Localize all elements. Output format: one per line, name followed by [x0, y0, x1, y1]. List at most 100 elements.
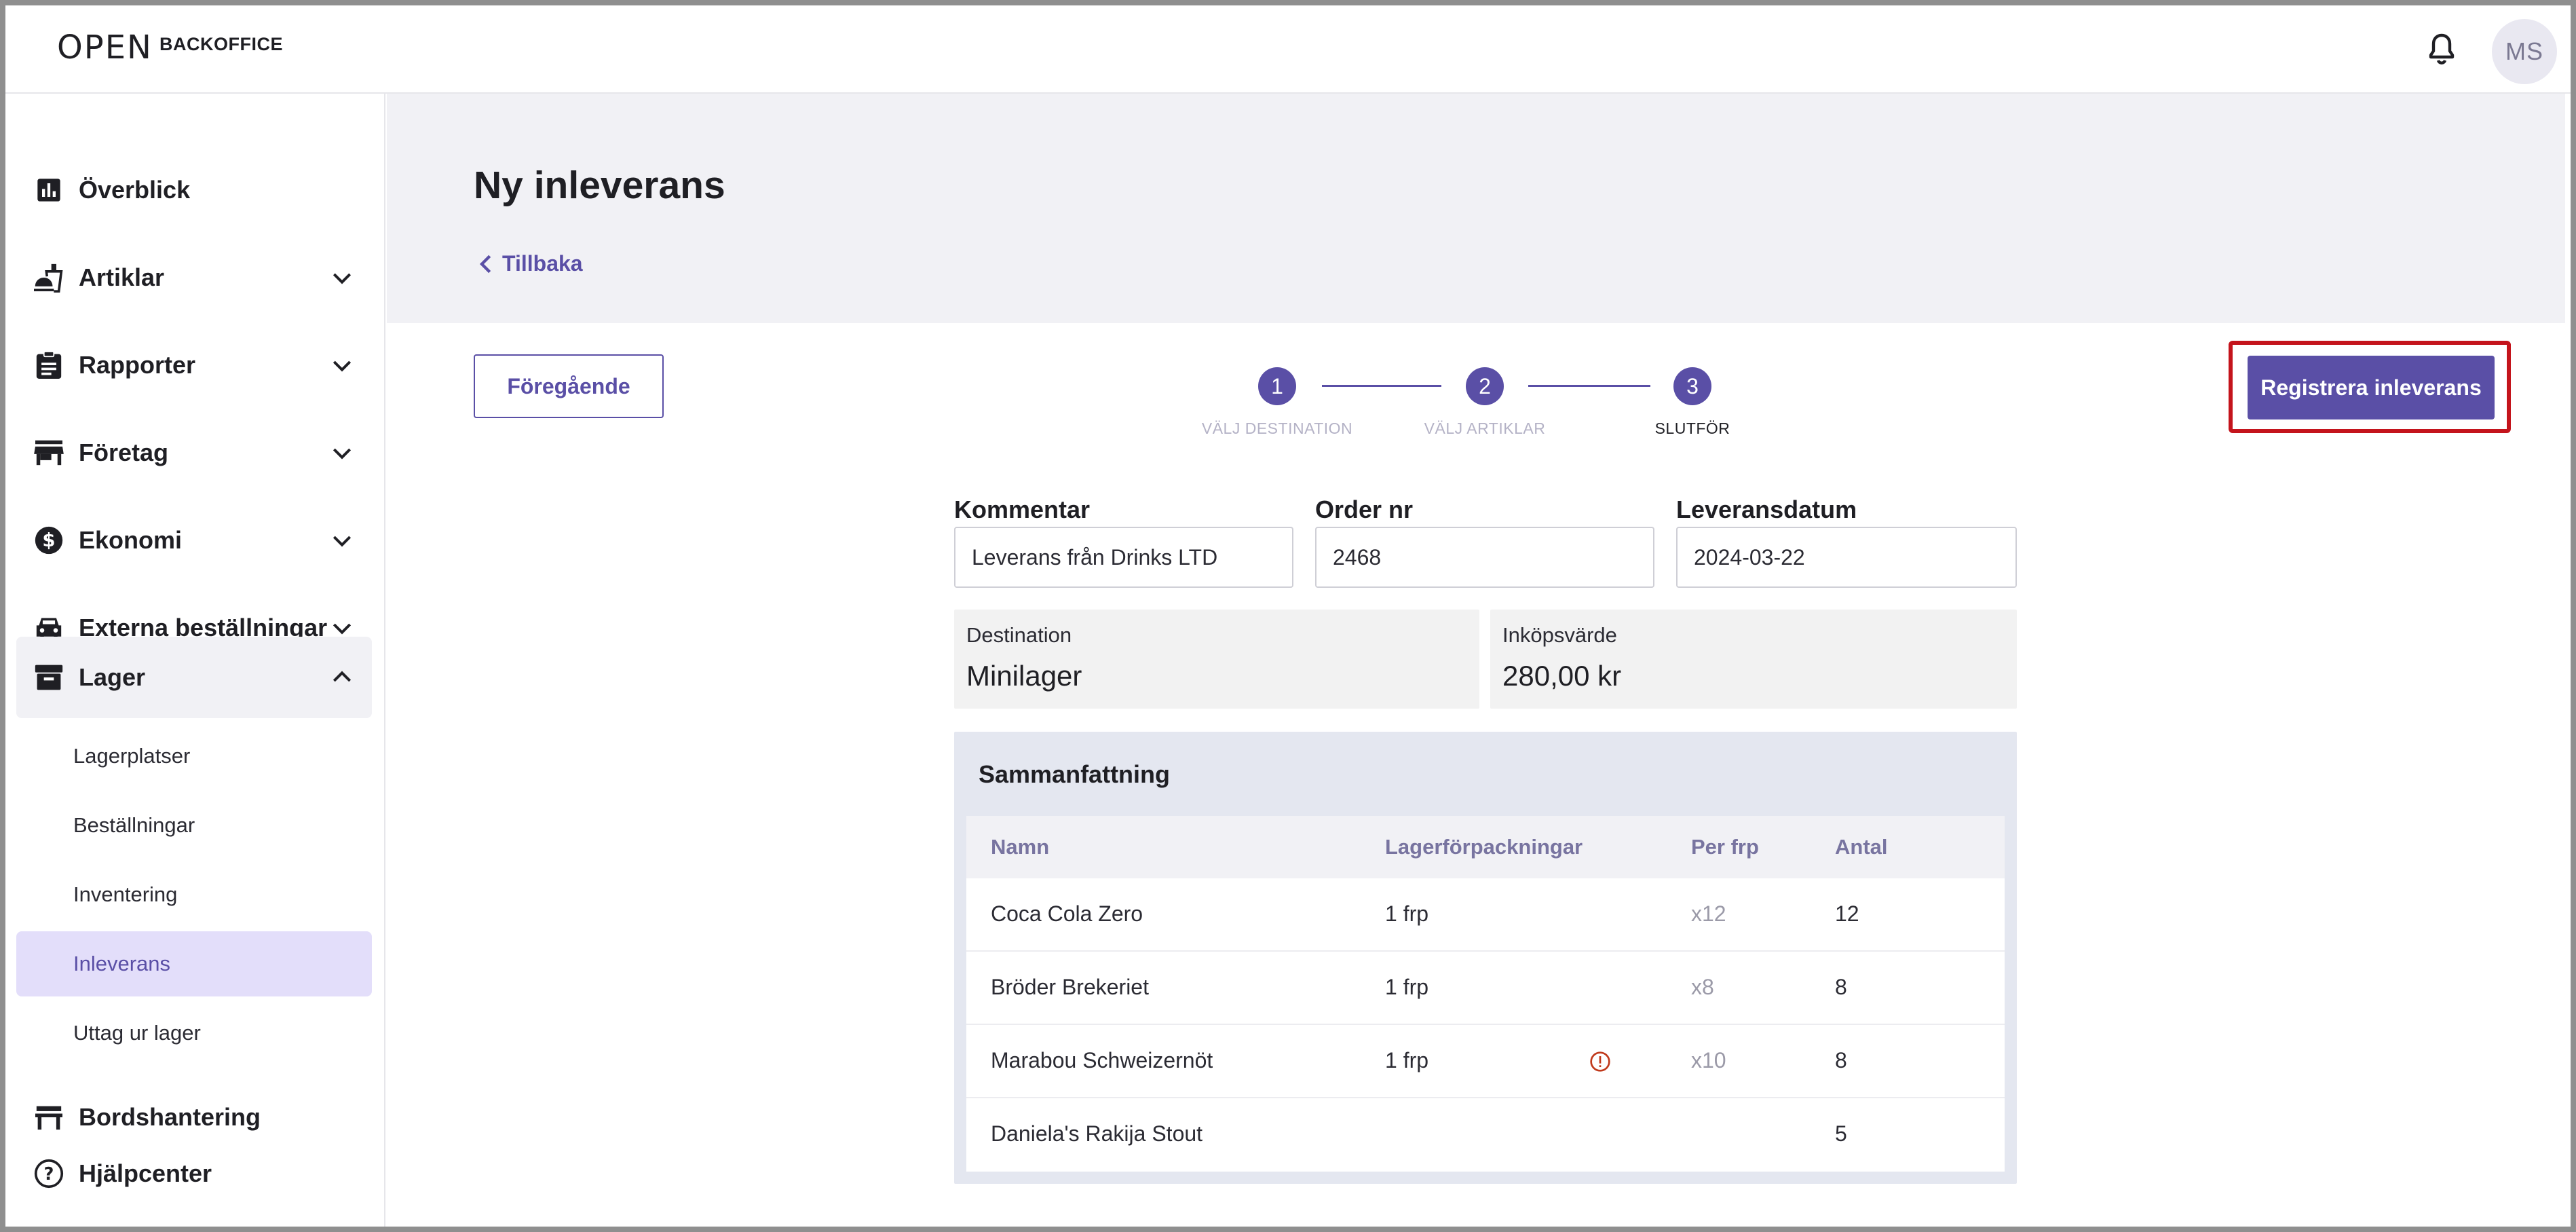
- bar-chart-icon: [33, 174, 65, 206]
- step-1-label: VÄLJ DESTINATION: [1201, 419, 1353, 437]
- cell-per-package: x10: [1691, 1048, 1726, 1072]
- table-header: Namn Lagerförpackningar Per frp Antal: [966, 816, 2005, 878]
- sidebar-item-label: Bordshantering: [79, 1103, 261, 1131]
- sidebar-item-label: Artiklar: [79, 263, 165, 291]
- sidebar-subitem-inleverans[interactable]: Inleverans: [16, 931, 372, 996]
- column-header-name: Namn: [991, 835, 1050, 859]
- sidebar-item-ekonomi[interactable]: $ Ekonomi: [16, 500, 372, 581]
- sidebar-item-overblick[interactable]: Överblick: [16, 149, 372, 231]
- sidebar-subitem-label: Lagerplatser: [73, 744, 191, 768]
- app-window: OPEN BACKOFFICE MS Överblick Artiklar Ra…: [0, 0, 2576, 1232]
- chevron-down-icon: [333, 536, 352, 547]
- food-icon: [33, 261, 65, 294]
- logo[interactable]: OPEN BACKOFFICE: [57, 31, 283, 64]
- step-2-circle[interactable]: 2: [1466, 367, 1504, 405]
- chevron-down-icon: [333, 273, 352, 284]
- step-1-circle[interactable]: 1: [1258, 367, 1296, 405]
- sidebar-item-label: Företag: [79, 438, 169, 466]
- cell-quantity: 8: [1835, 975, 1847, 999]
- logo-suffix: BACKOFFICE: [159, 34, 283, 54]
- table-row[interactable]: Coca Cola Zero 1 frp x12 12: [966, 878, 2005, 952]
- column-header-packages: Lagerförpackningar: [1385, 835, 1583, 859]
- cell-packages: 1 frp: [1385, 1048, 1429, 1072]
- cell-name: Bröder Brekeriet: [991, 975, 1149, 999]
- sidebar-subitem-label: Beställningar: [73, 813, 195, 837]
- svg-text:$: $: [42, 529, 55, 551]
- chevron-down-icon: [333, 360, 352, 372]
- sidebar-subitem-inventering[interactable]: Inventering: [16, 862, 372, 927]
- table-row[interactable]: Bröder Brekeriet 1 frp x8 8: [966, 952, 2005, 1025]
- cell-per-package: x12: [1691, 901, 1726, 926]
- step-2-label: VÄLJ ARTIKLAR: [1424, 419, 1546, 437]
- table-row[interactable]: Marabou Schweizernöt 1 frp x10 8: [966, 1025, 2005, 1098]
- column-header-per-package: Per frp: [1691, 835, 1759, 859]
- step-3-circle[interactable]: 3: [1673, 367, 1711, 405]
- sidebar: Överblick Artiklar Rapporter Företag $ E…: [5, 94, 385, 1227]
- sidebar-subitem-label: Inleverans: [73, 952, 171, 975]
- bell-icon[interactable]: [2425, 33, 2458, 68]
- help-icon: ?: [33, 1157, 65, 1190]
- cell-name: Marabou Schweizernöt: [991, 1048, 1213, 1072]
- stepper-connector: [1322, 385, 1441, 387]
- stepper-connector: [1528, 385, 1650, 387]
- sidebar-subitem-bestallningar[interactable]: Beställningar: [16, 793, 372, 858]
- purchase-value-label: Inköpsvärde: [1502, 623, 1617, 647]
- svg-text:?: ?: [44, 1164, 54, 1184]
- summary-panel: Sammanfattning Namn Lagerförpackningar P…: [954, 732, 2017, 1184]
- summary-table: Namn Lagerförpackningar Per frp Antal Co…: [966, 816, 2005, 1172]
- table-row[interactable]: Daniela's Rakija Stout 5: [966, 1098, 2005, 1172]
- page-header: [387, 94, 2565, 323]
- cell-name: Coca Cola Zero: [991, 901, 1143, 926]
- sidebar-item-label: Rapporter: [79, 351, 196, 379]
- top-bar: OPEN BACKOFFICE MS: [5, 5, 2571, 94]
- sidebar-item-label: Ekonomi: [79, 526, 183, 554]
- back-link[interactable]: Tillbaka: [478, 251, 583, 276]
- delivery-date-label: Leveransdatum: [1676, 496, 1857, 523]
- avatar[interactable]: MS: [2492, 19, 2557, 84]
- chevron-down-icon: [333, 448, 352, 460]
- sidebar-item-artiklar[interactable]: Artiklar: [16, 237, 372, 318]
- cell-name: Daniela's Rakija Stout: [991, 1121, 1203, 1146]
- sidebar-subitem-label: Inventering: [73, 882, 178, 906]
- warning-icon[interactable]: [1589, 1051, 1611, 1072]
- sidebar-item-hjalpcenter[interactable]: ? Hjälpcenter: [16, 1143, 372, 1204]
- table-icon: [33, 1101, 65, 1134]
- chevron-up-icon: [333, 671, 352, 682]
- delivery-date-field[interactable]: 2024-03-22: [1676, 527, 2017, 588]
- purchase-value: 280,00 kr: [1502, 660, 1622, 692]
- destination-label: Destination: [966, 623, 1072, 647]
- destination-box: Destination Minilager: [954, 610, 1479, 709]
- comment-field[interactable]: Leverans från Drinks LTD: [954, 527, 1293, 588]
- sidebar-item-label: Överblick: [79, 176, 191, 204]
- cell-per-package: x8: [1691, 975, 1714, 999]
- sidebar-item-rapporter[interactable]: Rapporter: [16, 324, 372, 406]
- sidebar-item-label: Lager: [79, 663, 146, 691]
- order-number-label: Order nr: [1315, 496, 1414, 523]
- cell-quantity: 12: [1835, 901, 1859, 926]
- sidebar-item-label: Hjälpcenter: [79, 1159, 212, 1187]
- sidebar-item-foretag[interactable]: Företag: [16, 412, 372, 493]
- archive-icon: [33, 661, 65, 694]
- sidebar-subitem-lagerplatser[interactable]: Lagerplatser: [16, 724, 372, 789]
- back-link-label: Tillbaka: [502, 251, 583, 276]
- step-3-label: SLUTFÖR: [1654, 419, 1730, 437]
- chevron-left-icon: [479, 255, 491, 273]
- logo-text: OPEN: [57, 29, 153, 67]
- register-delivery-button[interactable]: Registrera inleverans: [2248, 356, 2495, 419]
- destination-value: Minilager: [966, 660, 1082, 692]
- page-title: Ny inleverans: [474, 164, 725, 207]
- cell-packages: 1 frp: [1385, 975, 1429, 999]
- order-number-field[interactable]: 2468: [1315, 527, 1654, 588]
- cell-packages: 1 frp: [1385, 901, 1429, 926]
- cell-quantity: 5: [1835, 1121, 1847, 1146]
- dollar-icon: $: [33, 524, 65, 557]
- column-header-quantity: Antal: [1835, 835, 1888, 859]
- purchase-value-box: Inköpsvärde 280,00 kr: [1490, 610, 2017, 709]
- clipboard-icon: [33, 349, 65, 381]
- sidebar-subitem-uttag-ur-lager[interactable]: Uttag ur lager: [16, 1001, 372, 1066]
- previous-button[interactable]: Föregående: [474, 354, 664, 418]
- store-icon: [33, 436, 65, 469]
- comment-label: Kommentar: [954, 496, 1091, 523]
- cell-quantity: 8: [1835, 1048, 1847, 1072]
- sidebar-item-lager[interactable]: Lager: [16, 637, 372, 718]
